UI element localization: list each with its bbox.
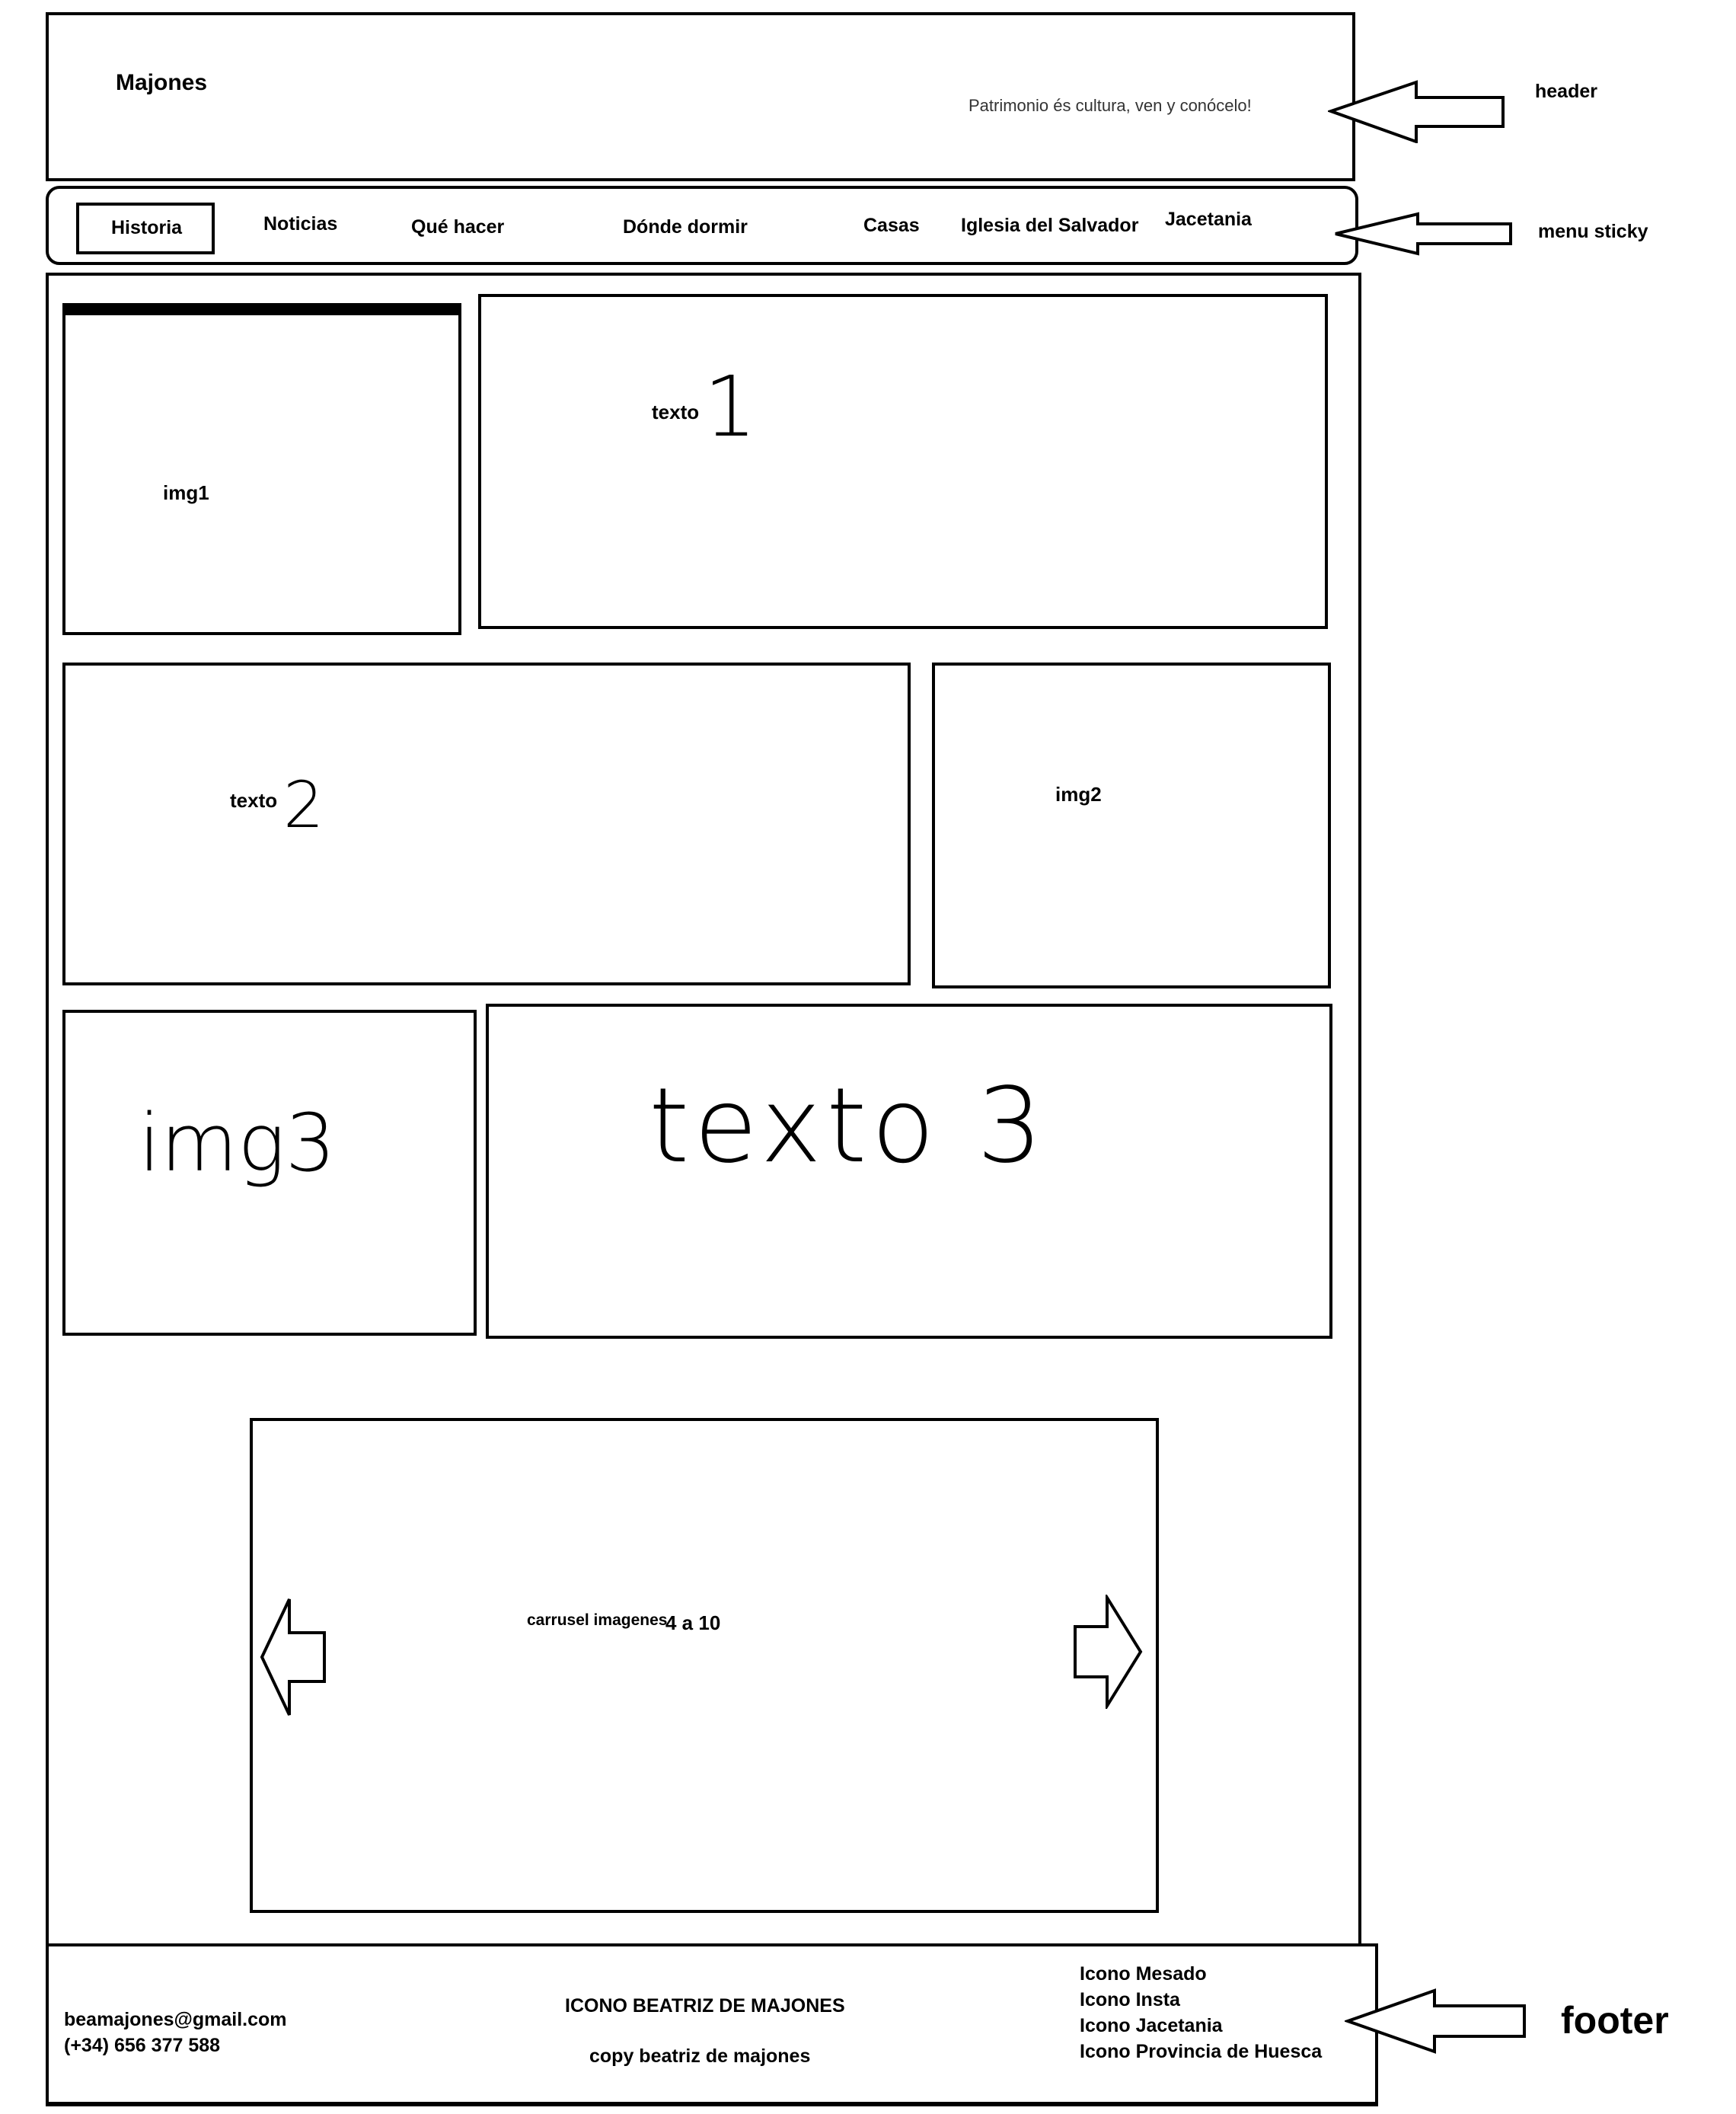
text-2-label: texto bbox=[230, 789, 278, 812]
menu-annotation-arrow-icon bbox=[1335, 212, 1512, 256]
nav-item-noticias[interactable]: Noticias bbox=[263, 213, 337, 235]
image-carousel bbox=[250, 1418, 1159, 1913]
carousel-next-arrow-icon[interactable] bbox=[1072, 1595, 1144, 1709]
footer-brand-icon: ICONO BEATRIZ DE MAJONES bbox=[565, 1995, 845, 2017]
image-1-top-bar bbox=[62, 303, 461, 315]
text-3-label: texto 3 bbox=[649, 1066, 1048, 1186]
image-placeholder-1 bbox=[62, 303, 461, 635]
text-1-label: texto bbox=[652, 401, 700, 423]
image-2-label: img2 bbox=[1055, 783, 1102, 806]
footer-annotation: footer bbox=[1561, 1999, 1669, 2042]
carousel-prev-arrow-icon[interactable] bbox=[259, 1596, 327, 1718]
nav-item-jacetania[interactable]: Jacetania bbox=[1165, 209, 1252, 231]
footer-link-insta[interactable]: Icono Insta bbox=[1080, 1989, 1180, 2011]
footer-annotation-arrow-icon bbox=[1345, 1988, 1526, 2054]
footer-email[interactable]: beamajones@gmail.com bbox=[64, 2009, 287, 2031]
nav-item-donde-dormir[interactable]: Dónde dormir bbox=[623, 216, 748, 238]
image-3-label: img3 bbox=[139, 1097, 336, 1190]
text-block-2 bbox=[62, 663, 911, 985]
site-tagline: Patrimonio és cultura, ven y conócelo! bbox=[969, 96, 1252, 115]
text-2-number: 2 bbox=[283, 768, 324, 842]
image-placeholder-2 bbox=[932, 663, 1331, 988]
footer-copyright: copy beatriz de majones bbox=[589, 2045, 811, 2067]
text-block-1 bbox=[478, 294, 1328, 629]
carousel-label: carrusel imagenes bbox=[527, 1611, 668, 1629]
nav-item-que-hacer[interactable]: Qué hacer bbox=[411, 216, 504, 238]
footer-link-jacetania[interactable]: Icono Jacetania bbox=[1080, 2015, 1223, 2037]
menu-annotation: menu sticky bbox=[1538, 221, 1648, 242]
footer-link-provincia-huesca[interactable]: Icono Provincia de Huesca bbox=[1080, 2041, 1322, 2063]
nav-item-casas[interactable]: Casas bbox=[863, 215, 920, 237]
image-1-label: img1 bbox=[163, 481, 209, 504]
header-annotation-arrow-icon bbox=[1328, 80, 1505, 143]
footer-phone: (+34) 656 377 588 bbox=[64, 2035, 221, 2056]
site-title: Majones bbox=[116, 70, 208, 95]
carousel-range: 4 a 10 bbox=[665, 1611, 721, 1634]
nav-item-iglesia-del-salvador[interactable]: Iglesia del Salvador bbox=[961, 215, 1138, 237]
nav-item-historia[interactable]: Historia bbox=[111, 217, 182, 239]
footer-link-mesado[interactable]: Icono Mesado bbox=[1080, 1963, 1207, 1985]
text-1-number: 1 bbox=[704, 358, 757, 455]
header-annotation: header bbox=[1535, 81, 1597, 102]
